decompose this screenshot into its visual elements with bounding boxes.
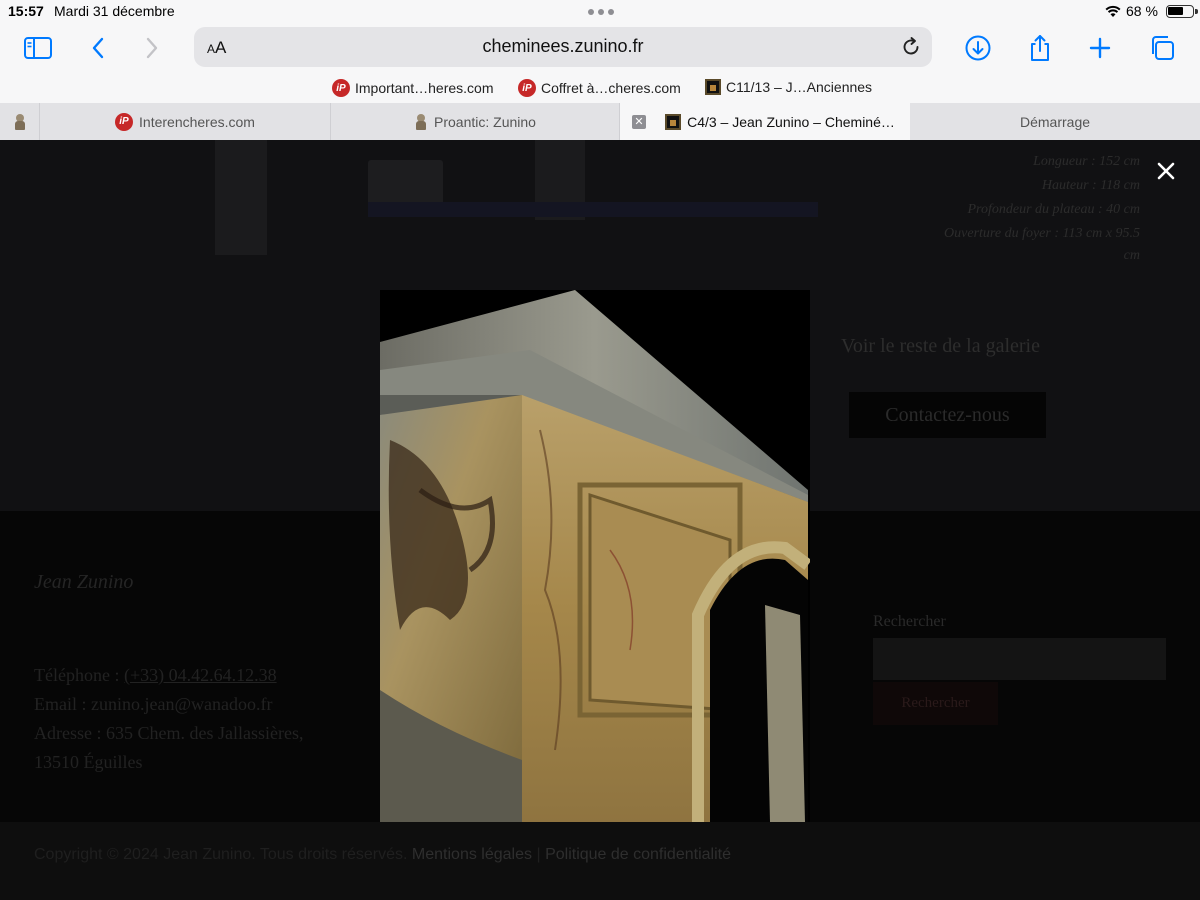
new-tab-icon[interactable]	[1084, 32, 1116, 64]
reload-icon[interactable]	[900, 36, 922, 58]
footer-logo: Jean Zunino	[34, 571, 134, 593]
battery-percentage: 68 %	[1126, 3, 1158, 19]
forward-icon[interactable]	[136, 32, 168, 64]
address-bar[interactable]: AA cheminees.zunino.fr	[194, 27, 932, 67]
interencheres-icon: iP	[518, 79, 536, 97]
url-text[interactable]: cheminees.zunino.fr	[194, 36, 932, 57]
copyright-text: Copyright © 2024 Jean Zunino. Tous droit…	[34, 846, 408, 863]
clock: 15:57	[8, 3, 44, 19]
tab-label: Démarrage	[1019, 113, 1091, 130]
fireplace-icon	[665, 113, 682, 130]
legal-notice-link[interactable]: Mentions légales	[412, 846, 532, 863]
tab-label: Interencheres.com	[139, 113, 255, 130]
favorites-bar: iP Important…heres.com iP Coffret à…cher…	[0, 72, 1200, 103]
tab-bar: iP Interencheres.com Proantic: Zunino ✕ …	[0, 103, 1200, 140]
copyright-bar: Copyright © 2024 Jean Zunino. Tous droit…	[0, 822, 1200, 900]
statue-icon	[414, 113, 428, 130]
background-photo-fragment	[215, 140, 267, 255]
download-icon[interactable]	[962, 32, 994, 64]
search-button[interactable]: Rechercher	[873, 682, 998, 725]
battery-icon	[1166, 5, 1198, 18]
city-line: 13510 Éguilles	[34, 752, 143, 772]
tab-pinned[interactable]	[0, 103, 40, 140]
address-line: Adresse : 635 Chem. des Jallassières,	[34, 723, 304, 743]
bookmark-label: Coffret à…cheres.com	[541, 80, 681, 96]
bookmark-label: Important…heres.com	[355, 80, 494, 96]
tab-active-zunino[interactable]: ✕ C4/3 – Jean Zunino – Cheminé…	[620, 103, 910, 140]
spec-height: Hauteur : 118 cm	[1041, 178, 1140, 193]
share-icon[interactable]	[1024, 32, 1056, 64]
bookmark-label: C11/13 – J…Anciennes	[726, 79, 873, 95]
tab-demarrage[interactable]: Démarrage	[910, 103, 1200, 140]
spec-opening-unit: cm	[1123, 248, 1140, 263]
phone-line: Téléphone : (+33) 04.42.64.12.38	[34, 665, 277, 686]
browser-toolbar: AA cheminees.zunino.fr	[0, 24, 1200, 72]
back-icon[interactable]	[82, 32, 114, 64]
phone-label: Téléphone :	[34, 665, 124, 685]
email-line: Email : zunino.jean@wanadoo.fr	[34, 694, 273, 714]
search-label: Rechercher	[873, 613, 946, 630]
bookmark-item[interactable]: iP Important…heres.com	[332, 79, 494, 97]
close-icon[interactable]	[1154, 159, 1178, 183]
multitasking-dots-icon[interactable]	[588, 9, 614, 15]
fireplace-photo	[380, 290, 810, 822]
contact-button[interactable]: Contactez-nous	[849, 392, 1046, 438]
statue-icon	[13, 113, 27, 130]
spec-depth: Profondeur du plateau : 40 cm	[967, 202, 1140, 217]
spec-opening: Ouverture du foyer : 113 cm x 95.5	[944, 226, 1140, 241]
status-bar: 15:57 Mardi 31 décembre 68 %	[0, 0, 1200, 24]
tab-interencheres[interactable]: iP Interencheres.com	[40, 103, 331, 140]
gallery-link[interactable]: Voir le reste de la galerie	[841, 335, 1040, 358]
close-tab-icon[interactable]: ✕	[632, 115, 646, 129]
background-photo-fragment	[368, 202, 818, 217]
tabs-overview-icon[interactable]	[1146, 32, 1178, 64]
phone-link[interactable]: (+33) 04.42.64.12.38	[124, 665, 277, 685]
date: Mardi 31 décembre	[54, 3, 175, 19]
interencheres-icon: iP	[332, 79, 350, 97]
wifi-icon	[1105, 5, 1121, 17]
tab-label: C4/3 – Jean Zunino – Cheminé…	[687, 113, 895, 130]
separator: |	[536, 846, 541, 863]
sidebar-icon[interactable]	[22, 32, 54, 64]
bookmark-item[interactable]: C11/13 – J…Anciennes	[705, 79, 872, 95]
tab-proantic[interactable]: Proantic: Zunino	[331, 103, 620, 140]
tab-label: Proantic: Zunino	[434, 113, 536, 130]
bookmark-item[interactable]: iP Coffret à…cheres.com	[518, 79, 681, 97]
interencheres-icon: iP	[115, 112, 134, 131]
privacy-policy-link[interactable]: Politique de confidentialité	[545, 846, 731, 863]
spec-length: Longueur : 152 cm	[1033, 154, 1140, 169]
search-input[interactable]	[873, 638, 1166, 680]
fireplace-icon	[705, 79, 721, 95]
